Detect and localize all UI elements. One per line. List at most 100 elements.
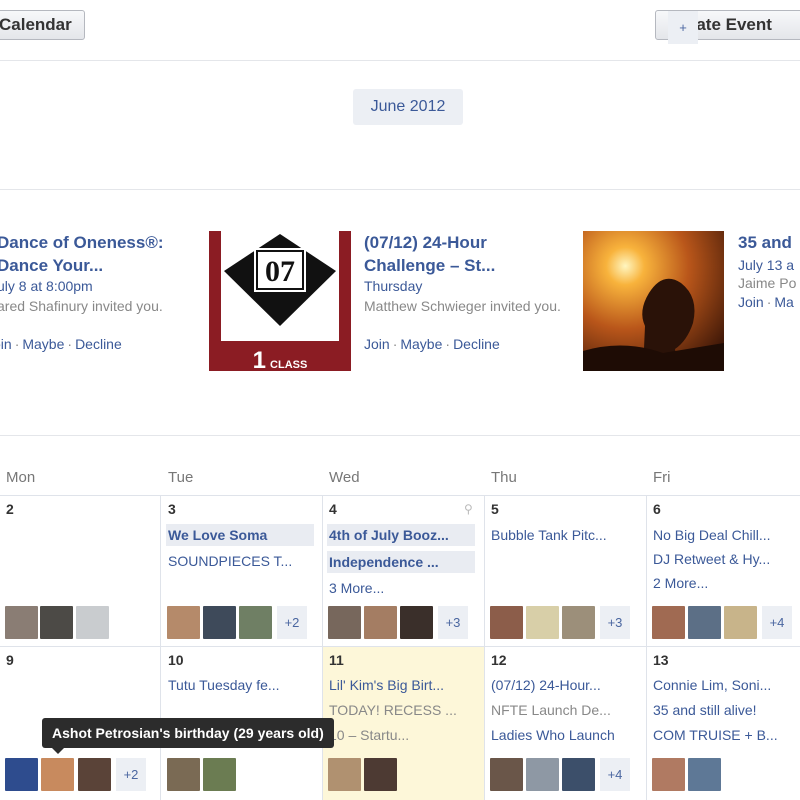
avatar[interactable] [688,606,721,639]
grid-line [160,495,161,800]
invite-inviter-3: Jaime Po [738,275,797,291]
grid-line [322,495,323,800]
date-number[interactable]: 12 [491,652,507,668]
avatar[interactable] [562,758,595,791]
avatar[interactable] [490,606,523,639]
more-attendees[interactable]: +4 [600,758,630,791]
avatar[interactable] [167,758,200,791]
invite-title-1[interactable]: Dance of Oneness®: Dance Your... [0,231,197,277]
maybe-link[interactable]: Maybe [400,336,442,352]
avatar[interactable] [328,758,361,791]
avatar[interactable] [652,606,685,639]
event-image-07[interactable]: 07 1 CLASS [209,231,351,371]
avatar[interactable] [526,758,559,791]
grid-line [0,495,800,496]
maybe-link[interactable]: Ma [774,294,793,310]
day-header-tue: Tue [168,469,194,486]
calendar-event[interactable]: We Love Soma [166,524,314,546]
event-image-band: 1 CLASS [221,341,339,371]
avatar[interactable] [328,606,361,639]
date-number[interactable]: 6 [653,501,661,517]
invite-actions-3: Join · Ma [738,294,794,310]
date-number[interactable]: 2 [6,501,14,517]
grid-line [0,646,800,647]
more-link[interactable]: 3 More... [327,577,477,599]
invite-actions-2: Join · Maybe · Decline [364,336,500,352]
invite-inviter-2: Matthew Schwieger invited you. [364,298,561,314]
grid-line [484,495,485,800]
more-attendees[interactable]: +2 [116,758,146,791]
day-header-mon: Mon [6,469,36,486]
avatar[interactable] [400,606,433,639]
calendar-button[interactable]: Calendar [0,10,85,40]
date-number[interactable]: 3 [168,501,176,517]
avatar[interactable] [167,606,200,639]
maybe-link[interactable]: Maybe [22,336,64,352]
invite-when-2: Thursday [364,278,423,294]
calendar-event[interactable]: 10 – Startu... [327,724,477,746]
avatar[interactable] [724,606,757,639]
invite-title-3[interactable]: 35 and [738,231,792,254]
join-link[interactable]: Join [0,336,12,352]
avatar[interactable] [41,758,74,791]
avatar[interactable] [203,758,236,791]
calendar-event[interactable]: Bubble Tank Pitc... [489,524,639,546]
birthday-tooltip: Ashot Petrosian's birthday (29 years old… [42,718,334,754]
sunset-photo[interactable] [583,231,724,371]
avatar[interactable] [76,606,109,639]
calendar-event[interactable]: Independence ... [327,551,475,573]
month-selector[interactable]: June 2012 [353,89,463,125]
calendar-event[interactable]: SOUNDPIECES T... [166,550,316,572]
avatar[interactable] [364,758,397,791]
date-number[interactable]: 5 [491,501,499,517]
calendar-event[interactable]: Lil' Kim's Big Birt... [327,674,477,696]
calendar-event[interactable]: No Big Deal Chill... [651,524,800,546]
create-event-button[interactable]: + Create Event [655,10,800,44]
decline-link[interactable]: Decline [453,336,500,352]
date-number[interactable]: 13 [653,652,669,668]
pin-icon: ⚲ [464,502,473,516]
calendar-event[interactable]: Tutu Tuesday fe... [166,674,316,696]
avatar[interactable] [364,606,397,639]
calendar-event[interactable]: DJ Retweet & Hy... [651,548,800,570]
invite-actions-1: Join·Maybe·Decline [0,335,122,353]
join-link[interactable]: Join [738,294,764,310]
calendar-event[interactable]: Ladies Who Launch [489,724,639,746]
avatar[interactable] [5,606,38,639]
more-attendees[interactable]: +2 [277,606,307,639]
date-number[interactable]: 4 [329,501,337,517]
decline-link[interactable]: Decline [75,336,122,352]
avatar[interactable] [239,606,272,639]
avatar[interactable] [562,606,595,639]
invite-title-2[interactable]: (07/12) 24-Hour Challenge – St... [364,231,564,277]
more-attendees[interactable]: +4 [762,606,792,639]
avatar[interactable] [688,758,721,791]
day-header-fri: Fri [653,469,671,486]
calendar-event[interactable]: COM TRUISE + B... [651,724,800,746]
more-attendees[interactable]: +3 [438,606,468,639]
day-header-wed: Wed [329,469,360,486]
avatar[interactable] [5,758,38,791]
more-link[interactable]: 2 More... [651,572,800,594]
date-number[interactable]: 9 [6,652,14,668]
more-attendees[interactable]: +3 [600,606,630,639]
date-number[interactable]: 10 [168,652,184,668]
calendar-event[interactable]: (07/12) 24-Hour... [489,674,639,696]
avatar[interactable] [40,606,73,639]
invite-inviter-1: Jared Shafinury invited you. [0,298,163,314]
join-link[interactable]: Join [364,336,390,352]
divider [0,435,800,436]
invite-when-3: July 13 a [738,257,795,273]
calendar-event[interactable]: 4th of July Booz... [327,524,475,546]
avatar[interactable] [78,758,111,791]
avatar[interactable] [526,606,559,639]
avatar[interactable] [203,606,236,639]
calendar-event[interactable]: NFTE Launch De... [489,699,639,721]
avatar[interactable] [490,758,523,791]
divider [0,189,800,190]
calendar-event[interactable]: TODAY! RECESS ... [327,699,477,721]
date-number[interactable]: 11 [329,652,344,668]
avatar[interactable] [652,758,685,791]
calendar-event[interactable]: Connie Lim, Soni... [651,674,800,696]
calendar-event[interactable]: 35 and still alive! [651,699,800,721]
